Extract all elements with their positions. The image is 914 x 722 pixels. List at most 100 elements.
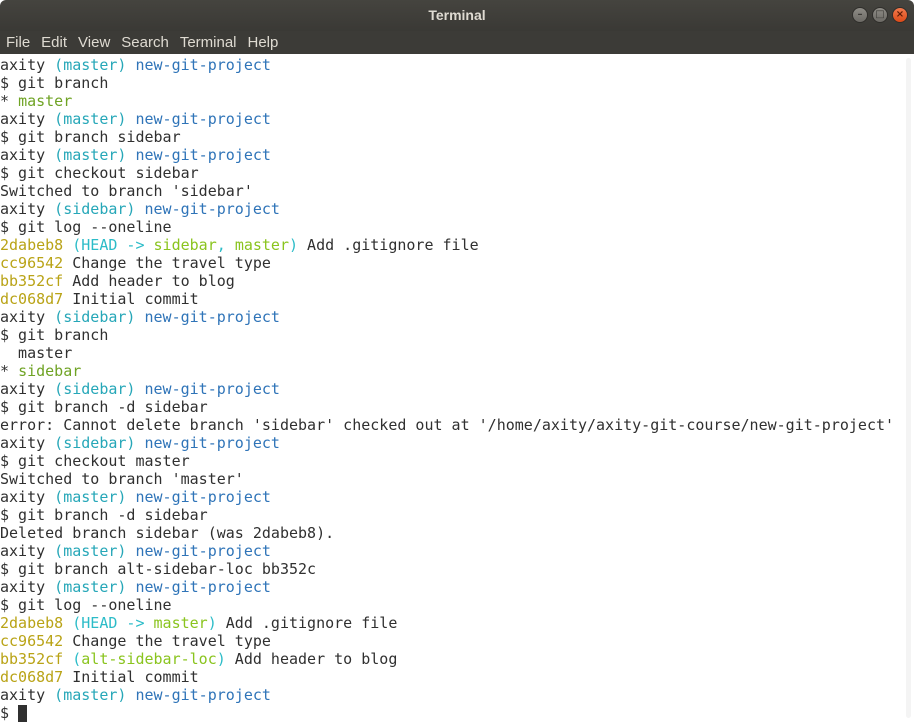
terminal-text: $: [0, 704, 19, 722]
terminal-text: master: [153, 614, 208, 632]
terminal-text: new-git-project: [135, 434, 280, 452]
terminal-line: Switched to branch 'sidebar': [0, 182, 904, 200]
terminal-text: $ git branch: [0, 74, 109, 92]
terminal-text: (: [63, 614, 82, 632]
terminal-text: (: [63, 236, 82, 254]
terminal-line: * sidebar: [0, 362, 904, 380]
terminal-line: $ git branch: [0, 74, 904, 92]
terminal-text: $ git log --oneline: [0, 218, 172, 236]
terminal-line: axity (master) new-git-project: [0, 488, 904, 506]
terminal-text: $ git branch sidebar: [0, 128, 181, 146]
terminal-line: cc96542 Change the travel type: [0, 632, 904, 650]
terminal-text: ): [289, 236, 299, 254]
terminal-text: *: [0, 362, 19, 380]
terminal-text: ,: [216, 236, 235, 254]
terminal-text: new-git-project: [135, 200, 280, 218]
terminal-text: Change the travel type: [63, 632, 271, 650]
terminal-text: axity: [0, 380, 46, 398]
terminal-text: (master): [45, 146, 127, 164]
terminal-text: new-git-project: [126, 110, 271, 128]
terminal-text: new-git-project: [126, 146, 271, 164]
terminal-line: axity (master) new-git-project: [0, 578, 904, 596]
terminal-text: Add header to blog: [63, 272, 235, 290]
menu-bar: File Edit View Search Terminal Help: [0, 31, 914, 54]
terminal-text: axity: [0, 308, 46, 326]
terminal-text: ): [207, 614, 217, 632]
terminal-line: axity (master) new-git-project: [0, 146, 904, 164]
terminal-text: error: Cannot delete branch 'sidebar' ch…: [0, 416, 895, 434]
title-bar[interactable]: Terminal – □ ×: [0, 0, 914, 31]
terminal-line: dc068d7 Initial commit: [0, 668, 904, 686]
terminal-text: master: [234, 236, 289, 254]
terminal-text: axity: [0, 686, 46, 704]
terminal-text: (sidebar): [45, 308, 136, 326]
menu-help[interactable]: Help: [242, 31, 281, 54]
window-title: Terminal: [428, 7, 486, 23]
terminal-line: $ git branch alt-sidebar-loc bb352c: [0, 560, 904, 578]
text-cursor: [18, 705, 28, 722]
scrollbar[interactable]: [904, 56, 914, 722]
terminal-text: $ git branch -d sidebar: [0, 398, 208, 416]
terminal-text: *: [0, 92, 19, 110]
terminal-line: bb352cf (alt-sidebar-loc) Add header to …: [0, 650, 904, 668]
terminal-text: sidebar: [18, 362, 82, 380]
terminal-line: master: [0, 344, 904, 362]
terminal-line: axity (master) new-git-project: [0, 56, 904, 74]
terminal-line: $ git branch -d sidebar: [0, 398, 904, 416]
terminal-text: master: [0, 344, 73, 362]
terminal-line: 2dabeb8 (HEAD -> master) Add .gitignore …: [0, 614, 904, 632]
terminal-text: (sidebar): [45, 380, 136, 398]
terminal-line: Deleted branch sidebar (was 2dabeb8).: [0, 524, 904, 542]
terminal-text: (sidebar): [45, 200, 136, 218]
terminal-text: (master): [45, 488, 127, 506]
terminal-line: $ git checkout master: [0, 452, 904, 470]
terminal-text: ): [216, 650, 226, 668]
menu-edit[interactable]: Edit: [35, 31, 69, 54]
terminal-output[interactable]: axity (master) new-git-project $ git bran…: [0, 56, 904, 722]
terminal-text: HEAD ->: [81, 236, 154, 254]
terminal-line: axity (master) new-git-project: [0, 686, 904, 704]
close-button[interactable]: ×: [892, 7, 908, 23]
terminal-text: Initial commit: [63, 668, 199, 686]
terminal-text: alt-sidebar-loc: [81, 650, 217, 668]
menu-file[interactable]: File: [0, 31, 32, 54]
terminal-text: Initial commit: [63, 290, 199, 308]
maximize-button[interactable]: □: [872, 7, 888, 23]
terminal-text: 2dabeb8: [0, 614, 64, 632]
menu-view[interactable]: View: [72, 31, 112, 54]
terminal-text: axity: [0, 146, 46, 164]
terminal-text: new-git-project: [135, 380, 280, 398]
terminal-text: (master): [45, 542, 127, 560]
terminal-text: Switched to branch 'master': [0, 470, 244, 488]
terminal-text: axity: [0, 542, 46, 560]
terminal-text: bb352cf: [0, 272, 64, 290]
menu-terminal[interactable]: Terminal: [174, 31, 239, 54]
terminal-text: Add header to blog: [225, 650, 398, 668]
terminal-text: bb352cf: [0, 650, 64, 668]
terminal-line: axity (master) new-git-project: [0, 110, 904, 128]
terminal-text: HEAD ->: [81, 614, 154, 632]
terminal-text: new-git-project: [126, 686, 271, 704]
terminal-line: axity (master) new-git-project: [0, 542, 904, 560]
terminal-text: 2dabeb8: [0, 236, 64, 254]
minimize-button[interactable]: –: [852, 7, 868, 23]
terminal-line: 2dabeb8 (HEAD -> sidebar, master) Add .g…: [0, 236, 904, 254]
terminal-text: new-git-project: [126, 542, 271, 560]
terminal-text: Add .gitignore file: [298, 236, 479, 254]
terminal-text: new-git-project: [135, 308, 280, 326]
terminal-text: cc96542: [0, 632, 64, 650]
menu-search[interactable]: Search: [115, 31, 171, 54]
terminal-line: axity (sidebar) new-git-project: [0, 434, 904, 452]
terminal-text: $ git branch -d sidebar: [0, 506, 208, 524]
terminal-text: (master): [45, 686, 127, 704]
terminal-line: axity (sidebar) new-git-project: [0, 380, 904, 398]
terminal-text: (master): [45, 56, 127, 74]
terminal-line: cc96542 Change the travel type: [0, 254, 904, 272]
scrollbar-thumb[interactable]: [906, 58, 911, 718]
terminal-text: $ git checkout master: [0, 452, 190, 470]
terminal-line: $ git branch: [0, 326, 904, 344]
terminal-text: new-git-project: [126, 56, 271, 74]
terminal-text: new-git-project: [126, 578, 271, 596]
terminal-text: (master): [45, 110, 127, 128]
terminal-line: $ git checkout sidebar: [0, 164, 904, 182]
